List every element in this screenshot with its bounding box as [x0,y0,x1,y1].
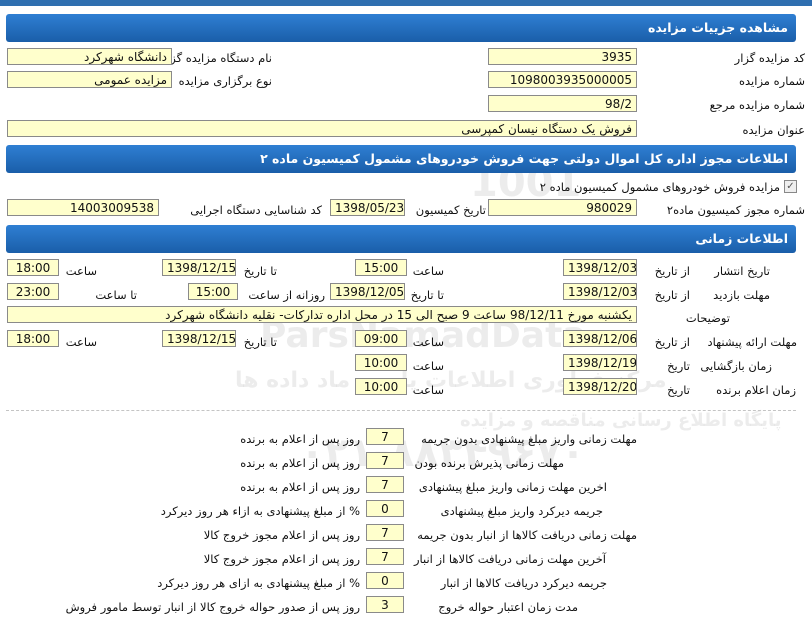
winner-time: 10:00 [355,378,407,395]
type-field: مزایده عمومی [7,71,172,88]
deadline-value: 7 [366,476,404,493]
deadline-label: مهلت زمانی پذیرش برنده بودن [414,456,564,470]
deadline-label: مهلت زمانی دریافت کالاها از انبار بدون ج… [417,528,637,542]
publish-time2: 18:00 [7,259,59,276]
top-strip [0,0,812,6]
agency-id-label: کد شناسایی دستگاه اجرایی [190,203,322,217]
publish-from-label: از تاریخ [654,264,690,278]
ref-label: شماره مزایده مرجع [709,98,805,112]
visit-daily-from: 15:00 [188,283,238,300]
timing-section-header: اطلاعات زمانی [6,225,796,253]
winner-date-label: تاریخ [667,383,690,397]
publish-to-date: 1398/12/15 [162,259,236,276]
code-field: 3935 [488,48,637,65]
deadline-value: 7 [366,428,404,445]
deadline-value: 7 [366,524,404,541]
deadline-suffix: روز پس از اعلام به برنده [240,480,360,494]
divider [6,410,796,411]
offer-time2-label: ساعت [65,335,97,349]
deadline-label: جریمه دیرکرد دریافت کالاها از انبار [440,576,607,590]
opening-time: 10:00 [355,354,407,371]
desc-field: یکشنبه مورخ 98/12/11 ساعت 9 صبح الی 15 د… [7,306,637,323]
visit-daily-label: روزانه از ساعت [248,288,325,302]
visit-daily-to-label: تا ساعت [95,288,137,302]
type-label: نوع برگزاری مزایده [178,74,272,88]
code-label: کد مزایده گزار [734,51,805,65]
deadline-suffix: % از مبلغ پیشنهادی به ازاء هر روز دیرکرد [160,504,360,518]
publish-time1: 15:00 [355,259,407,276]
deadline-value: 7 [366,548,404,565]
winner-time-label: ساعت [412,383,444,397]
offer-to-date: 1398/12/15 [162,330,236,347]
deadline-value: 3 [366,596,404,613]
winner-label: زمان اعلام برنده [716,383,796,397]
number-label: شماره مزایده [739,74,805,88]
deadline-value: 7 [366,452,404,469]
visit-to-label: تا تاریخ [410,288,444,302]
deadline-label: اخرین مهلت زمانی واریز مبلغ پیشنهادی [418,480,607,494]
publish-time2-label: ساعت [65,264,97,278]
watermark-text: پایگاه اطلاع رسانی مناقصه و مزایده [460,410,782,431]
ref-field: 98/2 [488,95,637,112]
deadline-label: مهلت زمانی واریز مبلغ پیشنهادی بدون جریم… [421,432,637,446]
visit-from-date: 1398/12/03 [563,283,637,300]
opening-date: 1398/12/19 [563,354,637,371]
offer-from-date: 1398/12/06 [563,330,637,347]
visit-from-label: از تاریخ [654,288,690,302]
deadline-label: جریمه دیرکرد واریز مبلغ پیشنهادی [440,504,603,518]
opening-time-label: ساعت [412,359,444,373]
number-field: 1098003935000005 [488,71,637,88]
deadline-suffix: روز پس از اعلام به برنده [240,432,360,446]
subject-label: عنوان مزایده [742,123,805,137]
publish-time1-label: ساعت [412,264,444,278]
opening-label: زمان بازگشایی [700,359,772,373]
offer-time2: 18:00 [7,330,59,347]
offer-time1-label: ساعت [412,335,444,349]
publish-to-label: تا تاریخ [243,264,277,278]
winner-date: 1398/12/20 [563,378,637,395]
org-label: نام دستگاه مزایده گزار [161,51,272,65]
timing-section-title: اطلاعات زمانی [695,231,788,246]
permit-checkbox: ✓ [784,180,797,193]
offer-from-label: از تاریخ [654,335,690,349]
permit-no-field: 980029 [488,199,637,216]
deadline-suffix: روز پس از اعلام مجوز خروج کالا [203,552,360,566]
deadline-suffix: % از مبلغ پیشنهادی به ازای هر روز دیرکرد [157,576,360,590]
visit-to-date: 1398/12/05 [330,283,405,300]
permit-date-label: تاریخ کمیسیون [415,203,486,217]
org-field: دانشگاه شهرکرد [7,48,172,65]
permit-checkbox-label: مزایده فروش خودروهای مشمول کمیسیون ماده … [539,180,780,194]
opening-date-label: تاریخ [667,359,690,373]
visit-daily-to: 23:00 [7,283,59,300]
deadline-value: 0 [366,500,404,517]
agency-id-field: 14003009538 [7,199,159,216]
page-header: مشاهده جزییات مزایده [6,14,796,42]
offer-label: مهلت ارائه پیشنهاد [707,335,797,349]
deadline-suffix: روز پس از اعلام به برنده [240,456,360,470]
deadline-suffix: روز پس از صدور حواله خروج کالا از انبار … [65,600,360,614]
desc-label: توضیحات [685,311,730,325]
deadline-label: مدت زمان اعتبار حواله خروج [438,600,578,614]
deadline-suffix: روز پس از اعلام مجوز خروج کالا [203,528,360,542]
permit-section-title: اطلاعات مجوز اداره کل اموال دولتی جهت فر… [260,151,788,166]
visit-label: مهلت بازدید [713,288,770,302]
permit-date-field: 1398/05/23 [330,199,405,216]
deadline-value: 0 [366,572,404,589]
offer-to-label: تا تاریخ [243,335,277,349]
publish-label: تاریخ انتشار [714,264,770,278]
publish-from-date: 1398/12/03 [563,259,637,276]
page-title: مشاهده جزییات مزایده [647,20,788,35]
offer-time1: 09:00 [355,330,407,347]
permit-section-header: اطلاعات مجوز اداره کل اموال دولتی جهت فر… [6,145,796,173]
deadline-label: آخرین مهلت زمانی دریافت کالاها از انبار [413,552,606,566]
subject-field: فروش یک دستگاه نیسان کمپرسی [7,120,637,137]
permit-no-label: شماره مجوز کمیسیون ماده۲ [666,203,805,217]
